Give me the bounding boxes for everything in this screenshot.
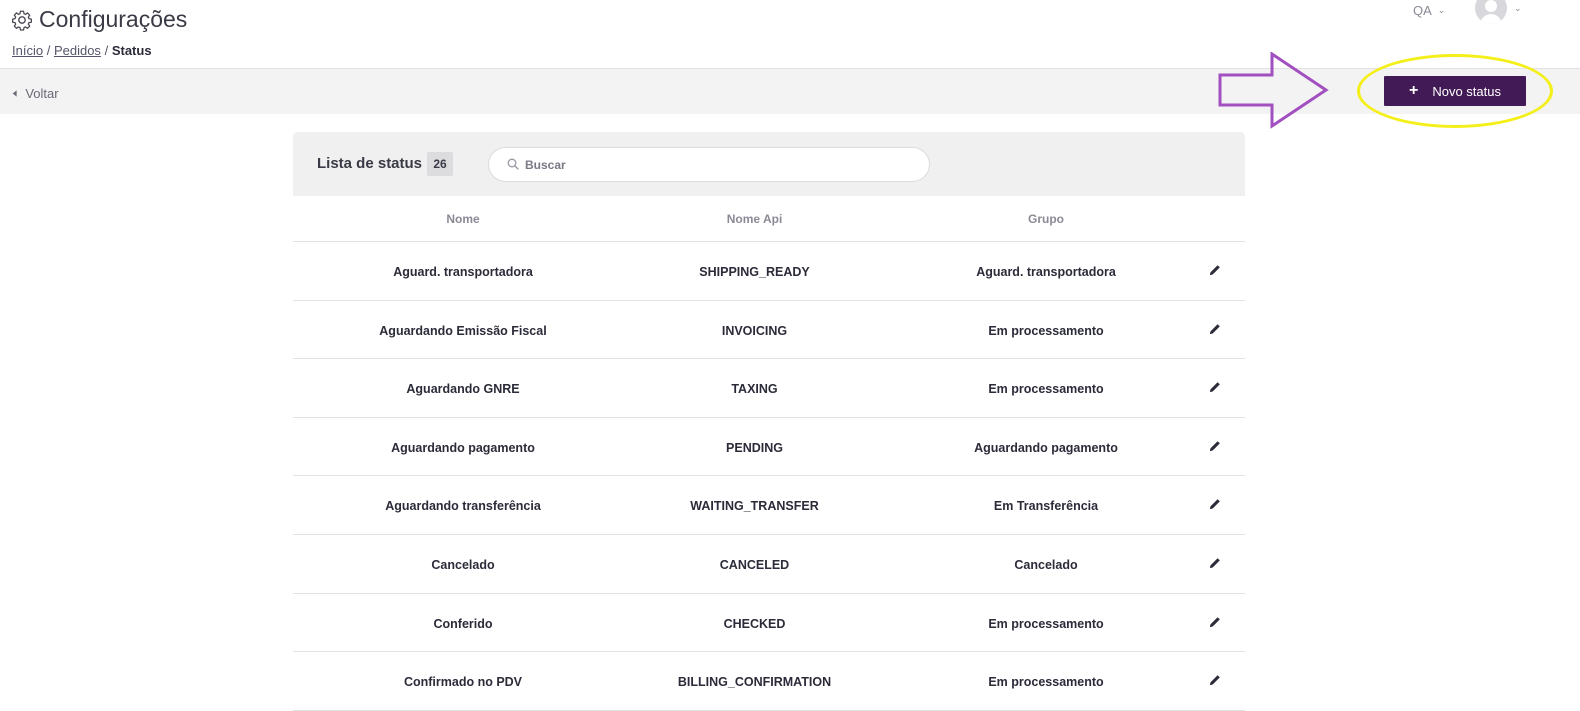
cell-group: Em processamento [988, 323, 1104, 338]
annotation-arrow-icon [1218, 52, 1329, 129]
plus-icon: + [1409, 82, 1419, 99]
pencil-icon[interactable] [1208, 497, 1222, 511]
action-toolbar: 🢐 Voltar [0, 68, 1580, 114]
table-header: Nome Nome Api Grupo [293, 196, 1245, 242]
table-row: Conferido CHECKED Em processamento [293, 594, 1245, 653]
cell-api-name: PENDING [726, 440, 783, 455]
avatar-head-shape [1485, 0, 1497, 12]
cell-name: Aguardando Emissão Fiscal [379, 323, 547, 338]
list-title: Lista de status [317, 155, 423, 172]
cell-api-name: CHECKED [723, 616, 786, 631]
pencil-icon[interactable] [1208, 615, 1222, 629]
card-header: Lista de status 26 [293, 132, 1245, 196]
breadcrumb-separator: / [104, 43, 109, 58]
table-row: Aguardando transferência WAITING_TRANSFER… [293, 476, 1245, 535]
cell-name: Aguardando GNRE [406, 382, 520, 397]
table-body: Aguard. transportadora SHIPPING_READY Agua… [293, 242, 1245, 711]
cell-api-name: BILLING_CONFIRMATION [677, 675, 832, 690]
cell-group: Aguardando pagamento [974, 440, 1118, 455]
environment-selector[interactable]: QA ⌄ [1413, 3, 1445, 18]
table-row: Cancelado CANCELED Cancelado [293, 535, 1245, 594]
table-row: Aguard. transportadora SHIPPING_READY Agua… [293, 242, 1245, 301]
pencil-icon[interactable] [1208, 380, 1222, 394]
count-badge: 26 [427, 152, 453, 176]
chevron-down-icon: ⌄ [1437, 5, 1446, 15]
new-status-button[interactable]: + Novo status [1384, 76, 1526, 106]
environment-label: QA [1413, 3, 1432, 18]
cell-group: Em processamento [988, 382, 1104, 397]
breadcrumb-orders-link[interactable]: Pedidos [54, 43, 101, 58]
cell-name: Confirmado no PDV [403, 675, 523, 690]
breadcrumb-separator: / [46, 43, 51, 58]
arrow-left-icon: 🢐 [12, 85, 18, 101]
cell-api-name: CANCELED [719, 557, 790, 572]
cell-api-name: INVOICING [721, 323, 788, 338]
cell-group: Aguard. transportadora [976, 265, 1116, 279]
search-icon [507, 158, 519, 170]
cell-group: Em processamento [988, 616, 1104, 631]
pencil-icon[interactable] [1208, 322, 1222, 336]
avatar-body-shape [1480, 14, 1502, 24]
table-row: Aguardando pagamento PENDING Aguardando pa… [293, 418, 1245, 477]
cell-name: Aguard. transportadora [393, 265, 533, 279]
cell-group: Em Transferência [993, 499, 1099, 514]
new-status-label: Novo status [1432, 83, 1501, 99]
breadcrumb-current: Status [111, 43, 152, 58]
column-header-name: Nome [446, 212, 480, 226]
breadcrumb-home-link[interactable]: Início [12, 43, 43, 58]
breadcrumb: Início / Pedidos / Status [12, 43, 152, 58]
search-input[interactable] [525, 156, 905, 174]
pencil-icon[interactable] [1208, 439, 1222, 453]
cell-name: Cancelado [431, 557, 495, 572]
cell-api-name: WAITING_TRANSFER [690, 499, 819, 514]
cell-name: Aguardando transferência [385, 499, 541, 514]
search-box[interactable] [488, 147, 930, 182]
page-header: Configurações Início / Pedidos / Status … [0, 0, 1580, 68]
cell-api-name: TAXING [731, 382, 778, 397]
pencil-icon[interactable] [1208, 263, 1222, 277]
status-list-card: Lista de status 26 Nome Nome Api Grupo A… [293, 132, 1245, 711]
cell-group: Cancelado [1014, 557, 1078, 572]
column-header-api-name: Nome Api [726, 212, 783, 226]
cell-name: Aguardando pagamento [391, 440, 535, 455]
back-button[interactable]: 🢐 Voltar [12, 83, 59, 107]
cell-group: Em processamento [988, 675, 1104, 690]
table-row: Aguardando Emissão Fiscal INVOICING Em pro… [293, 301, 1245, 360]
table-row: Confirmado no PDV BILLING_CONFIRMATION Em … [293, 652, 1245, 711]
cell-api-name: SHIPPING_READY [699, 265, 810, 279]
page-title: Configurações [39, 6, 188, 32]
cell-name: Conferido [433, 616, 493, 631]
user-avatar[interactable] [1475, 0, 1507, 24]
chevron-down-icon[interactable]: ⌄ [1514, 3, 1522, 14]
back-label: Voltar [25, 86, 59, 101]
pencil-icon[interactable] [1208, 673, 1222, 687]
table-row: Aguardando GNRE TAXING Em processamento [293, 359, 1245, 418]
pencil-icon[interactable] [1208, 556, 1222, 570]
gear-icon [12, 10, 32, 31]
column-header-group: Grupo [1028, 212, 1064, 226]
